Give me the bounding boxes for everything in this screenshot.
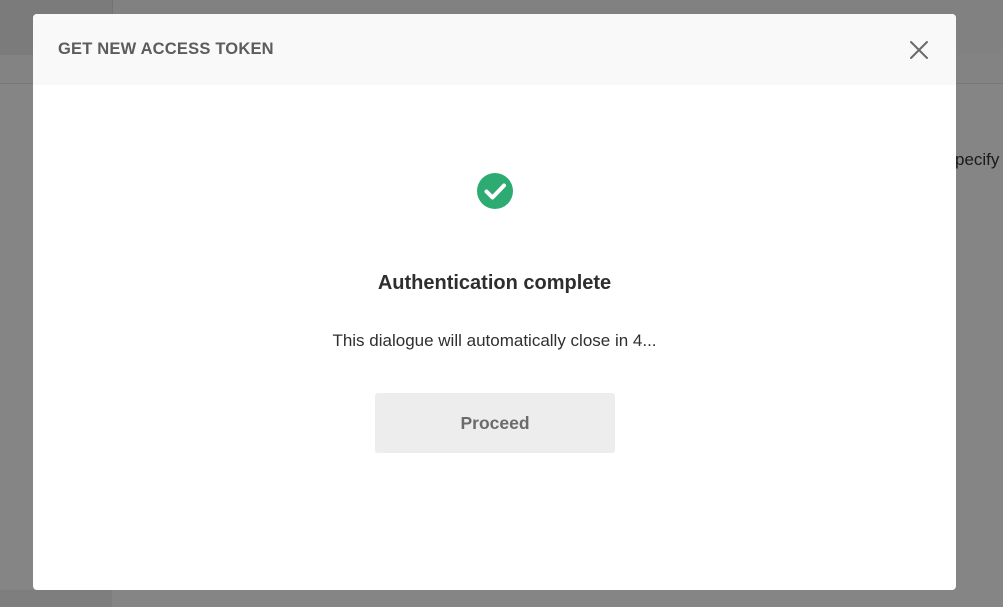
dialog-header: GET NEW ACCESS TOKEN bbox=[33, 14, 956, 85]
close-button[interactable] bbox=[906, 37, 932, 63]
access-token-dialog: GET NEW ACCESS TOKEN Authentication comp… bbox=[33, 14, 956, 590]
close-icon bbox=[910, 41, 928, 59]
proceed-button[interactable]: Proceed bbox=[375, 393, 615, 453]
dialog-title: GET NEW ACCESS TOKEN bbox=[58, 40, 274, 58]
check-circle-icon bbox=[477, 173, 513, 209]
dialog-heading: Authentication complete bbox=[377, 272, 612, 294]
auto-close-message: This dialogue will automatically close i… bbox=[332, 331, 657, 350]
